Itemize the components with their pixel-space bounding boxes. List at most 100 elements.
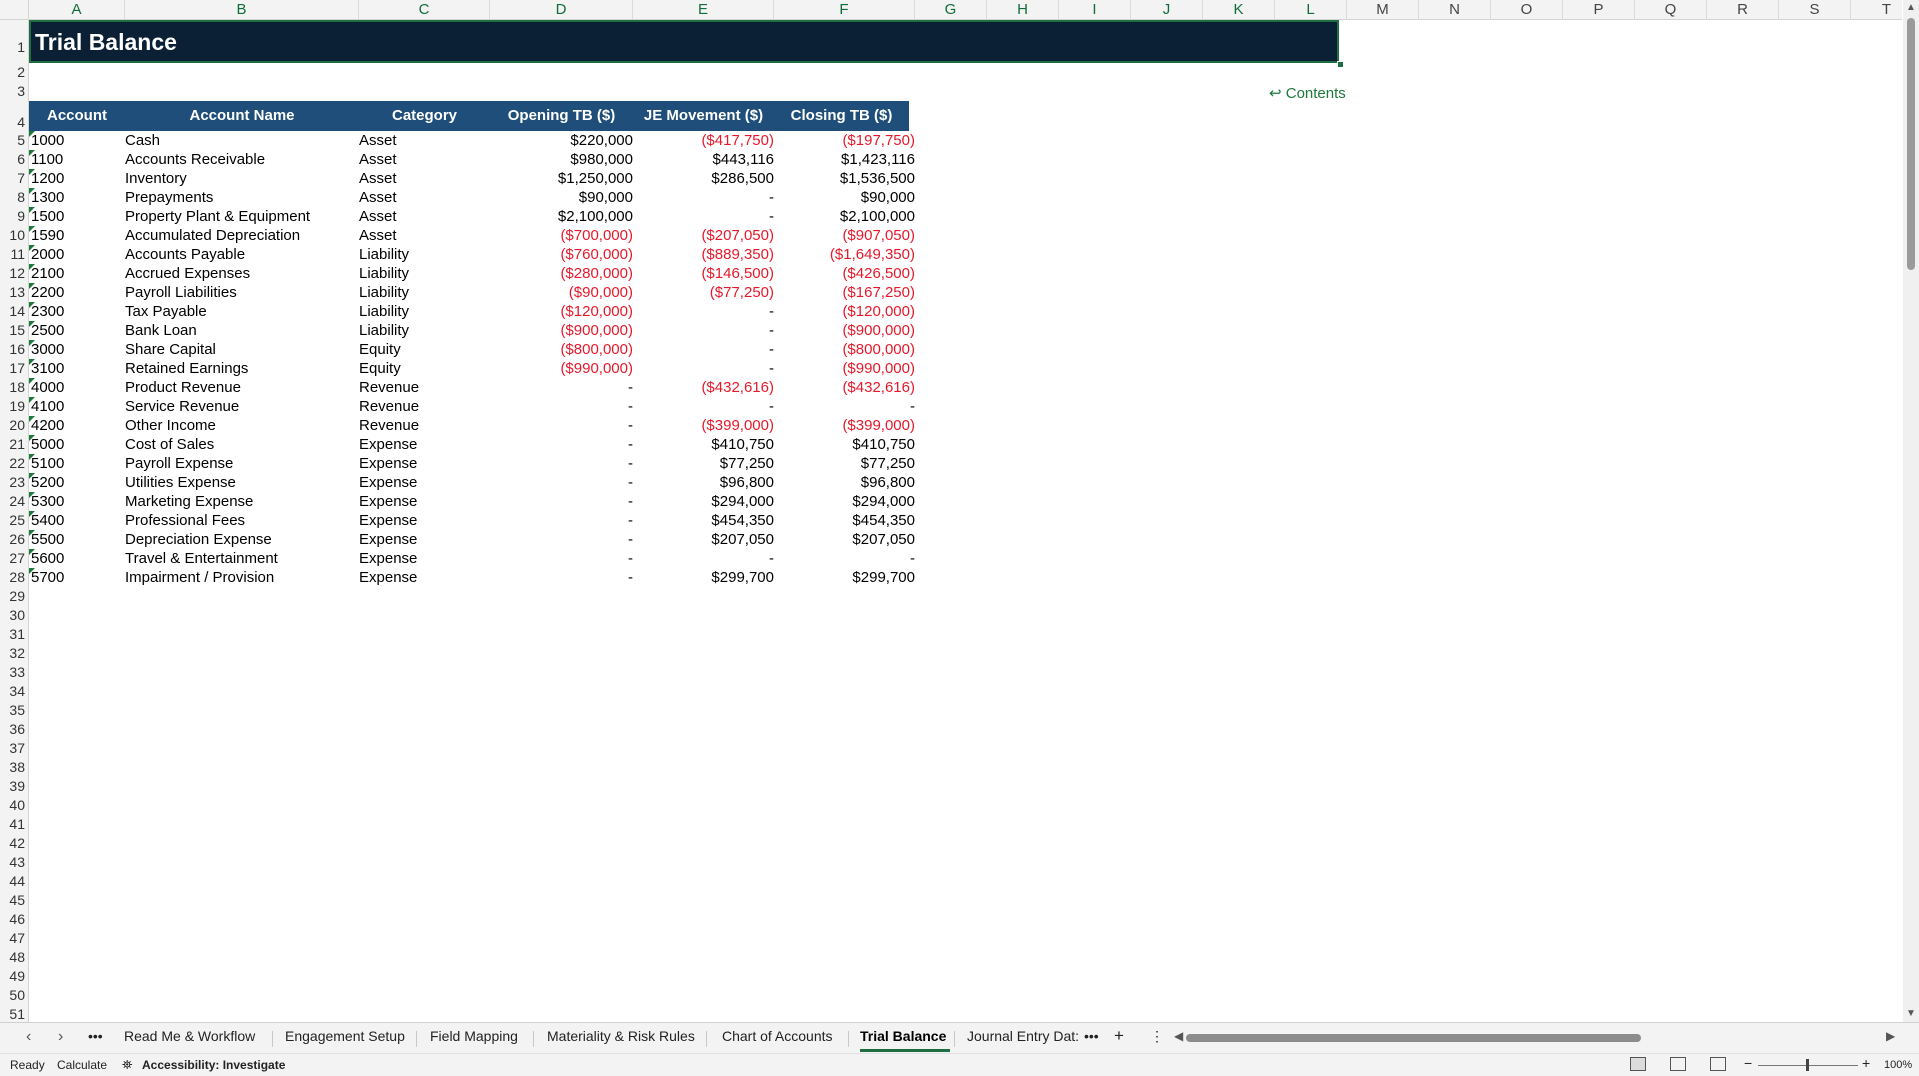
row-header[interactable]: 41: [0, 815, 28, 834]
row-header[interactable]: 43: [0, 853, 28, 872]
cell-closing-tb[interactable]: ($907,050): [774, 226, 915, 245]
cell-account-name[interactable]: Tax Payable: [125, 302, 207, 321]
column-header[interactable]: K: [1203, 0, 1275, 19]
cell-account[interactable]: 5100: [29, 454, 64, 473]
header-account-name[interactable]: Account Name: [125, 101, 359, 131]
cell-je-movement[interactable]: -: [633, 359, 774, 378]
cell-account-name[interactable]: Depreciation Expense: [125, 530, 272, 549]
column-header[interactable]: L: [1275, 0, 1347, 19]
column-header[interactable]: R: [1707, 0, 1779, 19]
cell-account[interactable]: 2100: [29, 264, 64, 283]
cell-category[interactable]: Asset: [359, 188, 397, 207]
cell-closing-tb[interactable]: $294,000: [774, 492, 915, 511]
cell-account[interactable]: 1100: [29, 150, 63, 169]
row-header[interactable]: 10: [0, 226, 28, 245]
scroll-down-icon[interactable]: ▼: [1906, 1008, 1916, 1019]
cell-account-name[interactable]: Payroll Expense: [125, 454, 233, 473]
cell-account[interactable]: 4000: [29, 378, 64, 397]
column-header[interactable]: H: [987, 0, 1059, 19]
cell-account[interactable]: 2500: [29, 321, 64, 340]
row-header[interactable]: 23: [0, 473, 28, 492]
cell-account-name[interactable]: Travel & Entertainment: [125, 549, 278, 568]
cell-closing-tb[interactable]: ($426,500): [774, 264, 915, 283]
column-header[interactable]: N: [1419, 0, 1491, 19]
next-sheet-icon[interactable]: ›: [58, 1028, 63, 1046]
row-header[interactable]: 4: [0, 101, 28, 131]
cell-closing-tb[interactable]: -: [774, 549, 915, 568]
cell-je-movement[interactable]: -: [633, 397, 774, 416]
contents-link[interactable]: ↩ Contents: [1269, 84, 1346, 102]
scroll-left-icon[interactable]: ◀: [1174, 1029, 1183, 1043]
cell-account-name[interactable]: Utilities Expense: [125, 473, 236, 492]
header-opening-tb[interactable]: Opening TB ($): [490, 101, 633, 131]
row-header[interactable]: 29: [0, 587, 28, 606]
cell-category[interactable]: Expense: [359, 454, 417, 473]
row-header[interactable]: 20: [0, 416, 28, 435]
page-layout-view-icon[interactable]: [1670, 1057, 1686, 1071]
zoom-slider-knob[interactable]: [1806, 1059, 1809, 1071]
row-header[interactable]: 26: [0, 530, 28, 549]
cell-category[interactable]: Equity: [359, 359, 401, 378]
row-header[interactable]: 31: [0, 625, 28, 644]
cell-je-movement[interactable]: -: [633, 188, 774, 207]
scroll-right-icon[interactable]: ▶: [1886, 1029, 1895, 1043]
cell-account[interactable]: 2200: [29, 283, 64, 302]
cell-account[interactable]: 5300: [29, 492, 64, 511]
column-header[interactable]: S: [1779, 0, 1851, 19]
row-header[interactable]: 33: [0, 663, 28, 682]
column-header[interactable]: J: [1131, 0, 1203, 19]
cell-je-movement[interactable]: ($399,000): [633, 416, 774, 435]
cell-category[interactable]: Revenue: [359, 397, 419, 416]
vertical-scrollbar[interactable]: ▲ ▼: [1903, 0, 1919, 1022]
row-header[interactable]: 40: [0, 796, 28, 815]
cell-account-name[interactable]: Bank Loan: [125, 321, 197, 340]
cell-closing-tb[interactable]: $77,250: [774, 454, 915, 473]
row-header[interactable]: 5: [0, 131, 28, 150]
cell-closing-tb[interactable]: $90,000: [774, 188, 915, 207]
column-header[interactable]: O: [1491, 0, 1563, 19]
cell-closing-tb[interactable]: $1,423,116: [774, 150, 915, 169]
row-header[interactable]: 37: [0, 739, 28, 758]
row-header[interactable]: 46: [0, 910, 28, 929]
cell-opening-tb[interactable]: $220,000: [490, 131, 633, 150]
row-header[interactable]: 47: [0, 929, 28, 948]
cell-je-movement[interactable]: $286,500: [633, 169, 774, 188]
column-header[interactable]: B: [125, 0, 359, 19]
cell-opening-tb[interactable]: -: [490, 435, 633, 454]
tab-read-me-workflow[interactable]: Read Me & Workflow: [124, 1028, 255, 1044]
row-header[interactable]: 6: [0, 150, 28, 169]
header-je-movement[interactable]: JE Movement ($): [633, 101, 774, 131]
cell-account-name[interactable]: Share Capital: [125, 340, 216, 359]
worksheet-grid[interactable]: Trial Balance ↩ Contents Account Account…: [29, 20, 1902, 1022]
cell-account-name[interactable]: Accumulated Depreciation: [125, 226, 300, 245]
tab-field-mapping[interactable]: Field Mapping: [430, 1028, 518, 1044]
cell-category[interactable]: Equity: [359, 340, 401, 359]
tab-chart-of-accounts[interactable]: Chart of Accounts: [722, 1028, 833, 1044]
row-header[interactable]: 36: [0, 720, 28, 739]
cell-je-movement[interactable]: ($889,350): [633, 245, 774, 264]
cell-opening-tb[interactable]: ($760,000): [490, 245, 633, 264]
cell-opening-tb[interactable]: ($990,000): [490, 359, 633, 378]
cell-account-name[interactable]: Service Revenue: [125, 397, 239, 416]
cell-category[interactable]: Liability: [359, 245, 409, 264]
cell-account-name[interactable]: Accrued Expenses: [125, 264, 250, 283]
cell-category[interactable]: Expense: [359, 511, 417, 530]
cell-je-movement[interactable]: $207,050: [633, 530, 774, 549]
cell-category[interactable]: Expense: [359, 473, 417, 492]
cell-category[interactable]: Expense: [359, 530, 417, 549]
row-header[interactable]: 18: [0, 378, 28, 397]
cell-account[interactable]: 4200: [29, 416, 64, 435]
row-header[interactable]: 2: [0, 63, 28, 82]
cell-category[interactable]: Asset: [359, 131, 397, 150]
cell-opening-tb[interactable]: -: [490, 416, 633, 435]
cell-account[interactable]: 1590: [29, 226, 64, 245]
column-header[interactable]: D: [490, 0, 633, 19]
column-header[interactable]: C: [359, 0, 490, 19]
zoom-level[interactable]: 100%: [1884, 1059, 1912, 1071]
tab-engagement-setup[interactable]: Engagement Setup: [285, 1028, 405, 1044]
row-header[interactable]: 45: [0, 891, 28, 910]
cell-account-name[interactable]: Professional Fees: [125, 511, 245, 530]
cell-opening-tb[interactable]: -: [490, 530, 633, 549]
cell-account-name[interactable]: Accounts Payable: [125, 245, 245, 264]
cell-account[interactable]: 1300: [29, 188, 64, 207]
